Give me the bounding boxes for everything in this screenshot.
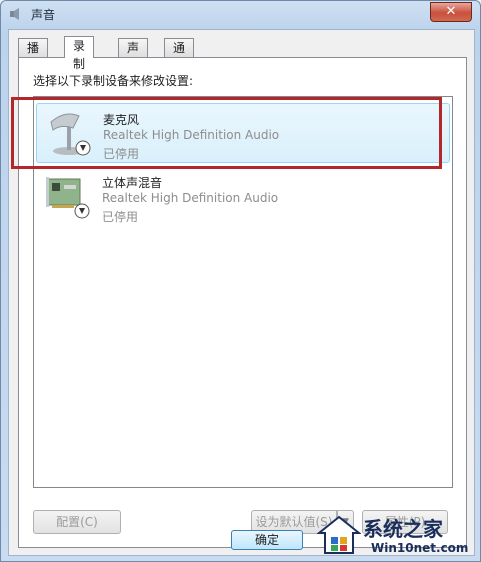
sound-card-icon [46,177,90,219]
device-name: 麦克风 [103,113,140,127]
dialog-client: 播放 录制 声音 通信 选择以下录制设备来修改设置: 麦克风 Realtek H… [8,29,475,556]
configure-button[interactable]: 配置(C) [33,510,121,534]
device-name: 立体声混音 [102,176,163,190]
tab-playback[interactable]: 播放 [18,38,49,73]
device-item-microphone[interactable]: 麦克风 Realtek High Definition Audio 已停用 [36,103,450,163]
tab-communications[interactable]: 通信 [164,38,195,73]
device-description: Realtek High Definition Audio [102,191,279,205]
recording-panel: 选择以下录制设备来修改设置: 麦克风 Realtek High Definiti… [18,57,467,548]
device-status: 已停用 [103,147,140,161]
tab-sounds[interactable]: 声音 [118,38,149,73]
set-default-dropdown-icon[interactable]: ▼ [337,510,354,534]
close-button[interactable]: ✕ [430,2,472,22]
instruction-text: 选择以下录制设备来修改设置: [33,74,194,88]
device-description: Realtek High Definition Audio [103,128,280,142]
device-item-stereo-mix[interactable]: 立体声混音 Realtek High Definition Audio 已停用 [36,167,448,225]
title-bar[interactable]: 声音 ✕ [1,1,480,27]
ok-button[interactable]: 确定 [231,530,303,550]
window-title: 声音 [31,8,56,22]
device-status: 已停用 [102,210,139,224]
device-list[interactable]: 麦克风 Realtek High Definition Audio 已停用 立体… [33,96,453,488]
sound-dialog: 声音 ✕ 播放 录制 声音 通信 选择以下录制设备来修改设置: [0,0,481,562]
tab-recording[interactable]: 录制 [64,36,95,71]
speaker-icon [10,8,19,20]
properties-button[interactable]: 属性(P) [362,510,448,534]
microphone-icon [50,113,91,156]
